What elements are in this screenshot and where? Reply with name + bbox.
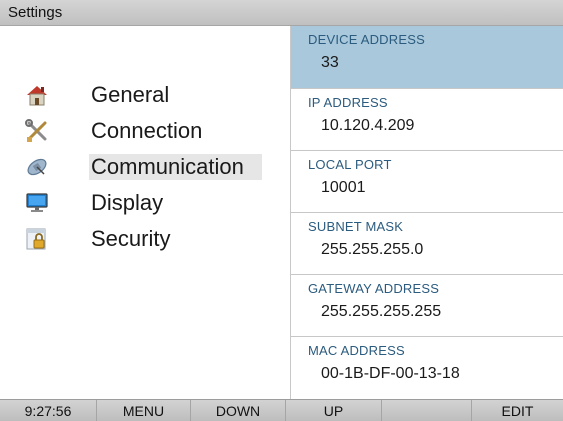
up-button[interactable]: UP (286, 400, 382, 421)
title-bar: Settings (0, 0, 563, 26)
menu-item-label: Display (91, 190, 164, 215)
field-label: LOCAL PORT (308, 157, 392, 172)
field-label: GATEWAY ADDRESS (308, 281, 440, 296)
blank-softkey[interactable] (382, 400, 472, 421)
edit-button[interactable]: EDIT (472, 400, 563, 421)
local-port-field[interactable]: LOCAL PORT 10001 (291, 151, 563, 213)
subnet-mask-field[interactable]: SUBNET MASK 255.255.255.0 (291, 213, 563, 275)
gateway-address-field[interactable]: GATEWAY ADDRESS 255.255.255.255 (291, 275, 563, 337)
menu-item-general[interactable]: General (0, 78, 290, 114)
lock-icon (26, 228, 46, 250)
field-label: MAC ADDRESS (308, 343, 405, 358)
field-label: DEVICE ADDRESS (308, 32, 425, 47)
satellite-icon (27, 158, 47, 176)
menu-button[interactable]: MENU (97, 400, 191, 421)
menu-item-connection[interactable]: Connection (0, 114, 290, 150)
settings-menu: General Connection Communication Display (0, 26, 290, 399)
field-label: SUBNET MASK (308, 219, 404, 234)
menu-item-communication[interactable]: Communication (0, 150, 290, 186)
menu-item-label: Security (91, 226, 171, 251)
menu-item-label: General (91, 82, 170, 107)
clock: 9:27:56 (0, 400, 97, 421)
field-label: IP ADDRESS (308, 95, 388, 110)
field-value: 255.255.255.0 (321, 241, 424, 258)
field-value: 00-1B-DF-00-13-18 (321, 365, 460, 382)
field-value: 10001 (321, 179, 366, 196)
monitor-icon (26, 193, 48, 212)
menu-item-security[interactable]: Security (0, 222, 290, 258)
device-address-field[interactable]: DEVICE ADDRESS 33 (291, 26, 563, 89)
house-icon (27, 86, 47, 106)
menu-item-display[interactable]: Display (0, 186, 290, 222)
field-value: 10.120.4.209 (321, 117, 415, 134)
window-title: Settings (8, 4, 63, 21)
mac-address-field[interactable]: MAC ADDRESS 00-1B-DF-00-13-18 (291, 337, 563, 399)
communication-settings-panel: DEVICE ADDRESS 33 IP ADDRESS 10.120.4.20… (290, 26, 563, 399)
tools-icon (25, 119, 47, 142)
menu-item-label: Connection (91, 118, 203, 143)
down-button[interactable]: DOWN (191, 400, 286, 421)
ip-address-field[interactable]: IP ADDRESS 10.120.4.209 (291, 89, 563, 151)
menu-item-label: Communication (89, 154, 262, 180)
field-value: 33 (321, 54, 339, 71)
field-value: 255.255.255.255 (321, 303, 442, 320)
status-bar: 9:27:56 MENU DOWN UP EDIT (0, 399, 563, 421)
